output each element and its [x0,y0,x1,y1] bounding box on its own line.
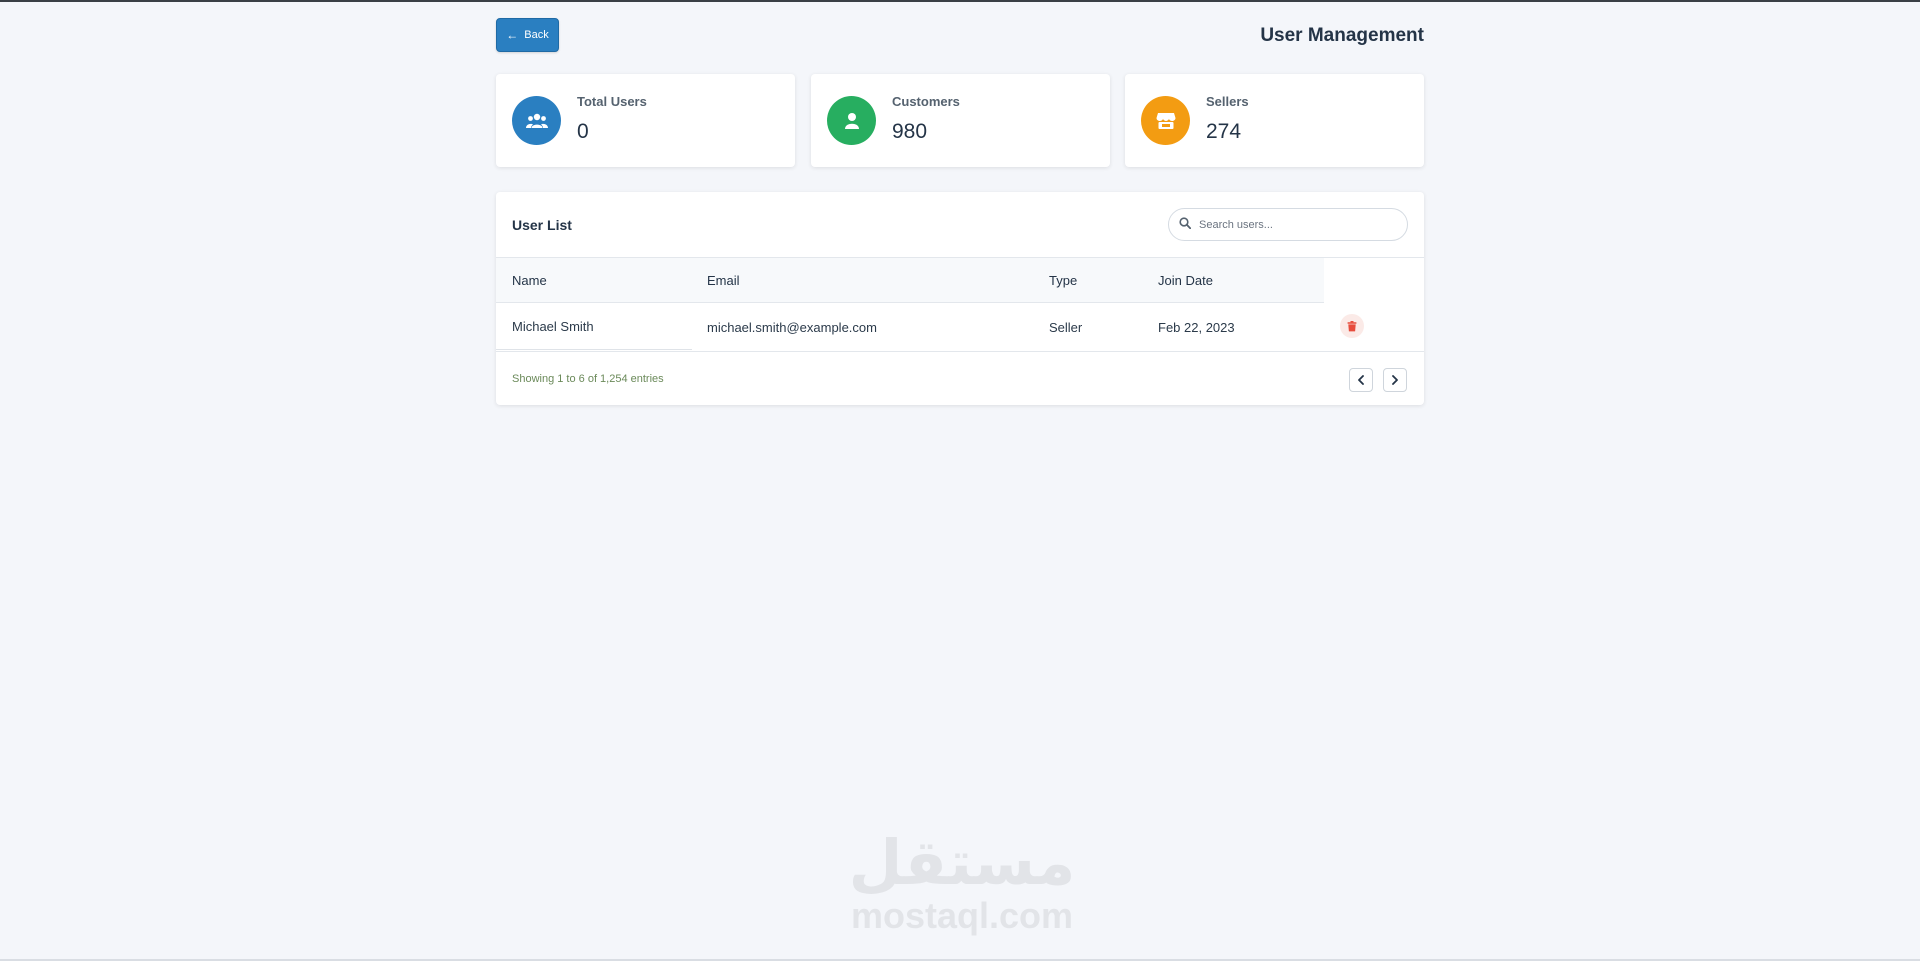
stat-card-total-users: Total Users 0 [496,74,795,167]
stat-value: 274 [1206,120,1242,143]
stat-card-customers: Customers 980 [811,74,1110,167]
trash-icon [1347,320,1357,331]
table-header: Name Email Type Join Date [496,257,1424,303]
table-row: Michael Smith michael.smith@example.com … [496,302,1424,352]
page-header: ← Back User Management [496,18,1424,52]
page-title: User Management [1260,25,1424,46]
watermark: مستقل mostaql.com [842,832,1082,934]
arrow-left-icon: ← [506,28,519,42]
user-icon [827,96,876,145]
stats-row: Total Users 0 Customers 980 Sellers 274 [496,74,1424,168]
watermark-arabic: مستقل [848,826,1076,899]
column-header-type[interactable]: Type [1049,273,1077,288]
chevron-right-icon [1392,375,1398,385]
stat-card-sellers: Sellers 274 [1125,74,1424,167]
cell-name: Michael Smith [512,319,594,334]
stat-value: 980 [892,120,928,143]
column-header-name[interactable]: Name [512,273,547,288]
user-list-card: User List Name Email Type Join Date Mich… [496,192,1424,405]
search-box[interactable] [1168,208,1408,241]
store-icon [1141,96,1190,145]
cell-join-date: Feb 22, 2023 [1158,320,1235,335]
column-header-email[interactable]: Email [707,273,740,288]
cell-type: Seller [1049,320,1083,335]
pagination-info: Showing 1 to 6 of 1,254 entries [512,373,664,385]
next-page-button[interactable] [1383,368,1407,392]
back-button-label: Back [524,29,549,41]
stat-value: 0 [577,120,589,143]
top-border [0,0,1920,2]
stat-label: Total Users [577,94,647,109]
chevron-left-icon [1358,375,1364,385]
cell-divider [496,349,692,350]
prev-page-button[interactable] [1349,368,1373,392]
delete-button[interactable] [1340,314,1364,338]
stat-label: Sellers [1206,94,1249,109]
back-button[interactable]: ← Back [496,18,559,52]
search-input[interactable] [1199,218,1389,231]
cell-email: michael.smith@example.com [707,320,877,335]
search-icon [1179,216,1192,234]
watermark-latin: mostaql.com [850,895,1074,936]
users-icon [512,96,561,145]
column-header-join-date[interactable]: Join Date [1158,273,1213,288]
stat-label: Customers [892,94,960,109]
user-list-title: User List [512,217,572,233]
